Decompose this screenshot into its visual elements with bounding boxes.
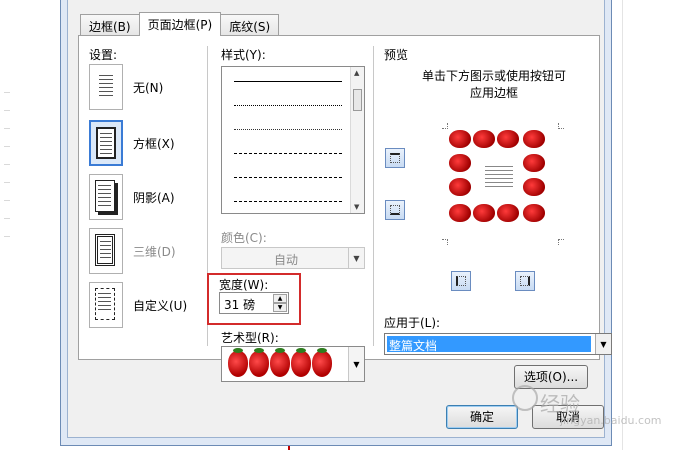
ok-button[interactable]: 确定 <box>446 405 518 429</box>
color-value: 自动 <box>274 253 299 267</box>
strawberry-icon <box>497 130 519 148</box>
setting-box-icon <box>89 120 123 166</box>
chevron-down-icon[interactable]: ▼ <box>348 248 364 268</box>
strawberry-icon <box>228 348 248 377</box>
strawberry-icon <box>523 130 545 148</box>
width-spinner[interactable]: 31 磅 ▲ ▼ <box>219 292 289 314</box>
scroll-up-icon[interactable]: ▲ <box>354 69 359 77</box>
scroll-down-icon[interactable]: ▼ <box>354 203 359 211</box>
strawberry-icon <box>523 178 545 196</box>
style-line-dashed[interactable] <box>234 153 342 154</box>
watermark-logo-icon <box>512 385 538 411</box>
setting-shadow-label: 阴影(A) <box>133 190 175 205</box>
setting-none[interactable]: 无(N) <box>89 64 163 110</box>
style-line-dotted-fine[interactable] <box>234 129 342 130</box>
document-page-right <box>612 0 700 450</box>
art-preview <box>228 348 333 377</box>
setting-shadow[interactable]: 阴影(A) <box>89 174 175 220</box>
scroll-thumb[interactable] <box>353 89 362 111</box>
setting-custom[interactable]: 自定义(U) <box>89 282 187 328</box>
preview-hint: 单击下方图示或使用按钮可 应用边框 <box>399 68 589 102</box>
apply-to-value: 整篇文档 <box>387 336 591 353</box>
setting-custom-label: 自定义(U) <box>133 298 188 313</box>
chevron-down-icon[interactable]: ▼ <box>595 334 611 354</box>
settings-title: 设置: <box>89 48 118 62</box>
art-label: 艺术型(R): <box>221 331 279 345</box>
strawberry-icon <box>449 130 471 148</box>
divider-right <box>373 46 374 346</box>
setting-3d-icon <box>89 228 123 274</box>
style-list[interactable]: ▲ ▼ <box>221 66 365 214</box>
art-select[interactable]: ▼ <box>221 346 365 382</box>
page-border-panel: 设置: 无(N) 方框(X) 阴影(A) 三维(D) 自定义(U) 样式(Y):… <box>78 35 612 382</box>
preview-page[interactable] <box>442 123 564 245</box>
spin-down-icon[interactable]: ▼ <box>273 303 287 312</box>
apply-to-select[interactable]: 整篇文档 ▼ <box>384 333 612 355</box>
strawberry-icon <box>523 204 545 222</box>
strawberry-icon <box>449 204 471 222</box>
setting-none-icon <box>89 64 123 110</box>
strawberry-icon <box>312 348 332 377</box>
strawberry-icon <box>497 204 519 222</box>
strawberry-icon <box>523 154 545 172</box>
tab-shading[interactable]: 底纹(S) <box>220 14 280 36</box>
top-border-button[interactable] <box>385 148 405 168</box>
color-label: 颜色(C): <box>221 231 267 245</box>
spin-up-icon[interactable]: ▲ <box>273 294 287 303</box>
strawberry-icon <box>473 204 495 222</box>
document-page-left <box>0 0 60 450</box>
strawberry-icon <box>473 130 495 148</box>
style-label: 样式(Y): <box>221 48 266 62</box>
style-list-scrollbar[interactable]: ▲ ▼ <box>350 67 364 213</box>
preview-hint-line1: 单击下方图示或使用按钮可 <box>421 69 566 83</box>
style-line-dotted[interactable] <box>234 105 342 106</box>
setting-3d[interactable]: 三维(D) <box>89 228 176 274</box>
setting-custom-icon <box>89 282 123 328</box>
preview-text-lines <box>485 164 513 192</box>
tab-page-border[interactable]: 页面边框(P) <box>138 12 222 36</box>
right-border-button[interactable] <box>515 271 535 291</box>
watermark-url: jingyan.baidu.com <box>560 414 662 427</box>
watermark-text: 经验 <box>540 392 580 416</box>
width-label: 宽度(W): <box>219 278 269 292</box>
apply-to-label: 应用于(L): <box>384 316 441 330</box>
style-line-dash-dot[interactable] <box>234 177 342 178</box>
strawberry-icon <box>449 178 471 196</box>
tab-bar: 边框(B) 页面边框(P) 底纹(S) <box>80 12 280 36</box>
setting-box[interactable]: 方框(X) <box>89 120 175 166</box>
bottom-border-button[interactable] <box>385 200 405 220</box>
setting-box-label: 方框(X) <box>133 136 175 151</box>
setting-shadow-icon <box>89 174 123 220</box>
width-value: 31 磅 <box>224 298 256 312</box>
strawberry-icon <box>270 348 290 377</box>
tab-borders[interactable]: 边框(B) <box>80 14 140 36</box>
strawberry-icon <box>449 154 471 172</box>
dialog-body: 边框(B) 页面边框(P) 底纹(S) 设置: 无(N) 方框(X) 阴影(A)… <box>67 0 612 438</box>
setting-none-label: 无(N) <box>133 80 164 95</box>
style-line-dash-dot-dot[interactable] <box>234 201 342 202</box>
preview-hint-line2: 应用边框 <box>469 86 518 100</box>
color-select[interactable]: 自动 ▼ <box>221 247 365 269</box>
setting-3d-label: 三维(D) <box>133 244 176 259</box>
strawberry-icon <box>249 348 269 377</box>
style-line-solid[interactable] <box>234 81 342 82</box>
strawberry-icon <box>291 348 311 377</box>
borders-and-shading-dialog: 边框(B) 页面边框(P) 底纹(S) 设置: 无(N) 方框(X) 阴影(A)… <box>60 0 612 446</box>
preview-title: 预览 <box>384 48 409 62</box>
chevron-down-icon[interactable]: ▼ <box>348 347 364 381</box>
left-border-button[interactable] <box>451 271 471 291</box>
